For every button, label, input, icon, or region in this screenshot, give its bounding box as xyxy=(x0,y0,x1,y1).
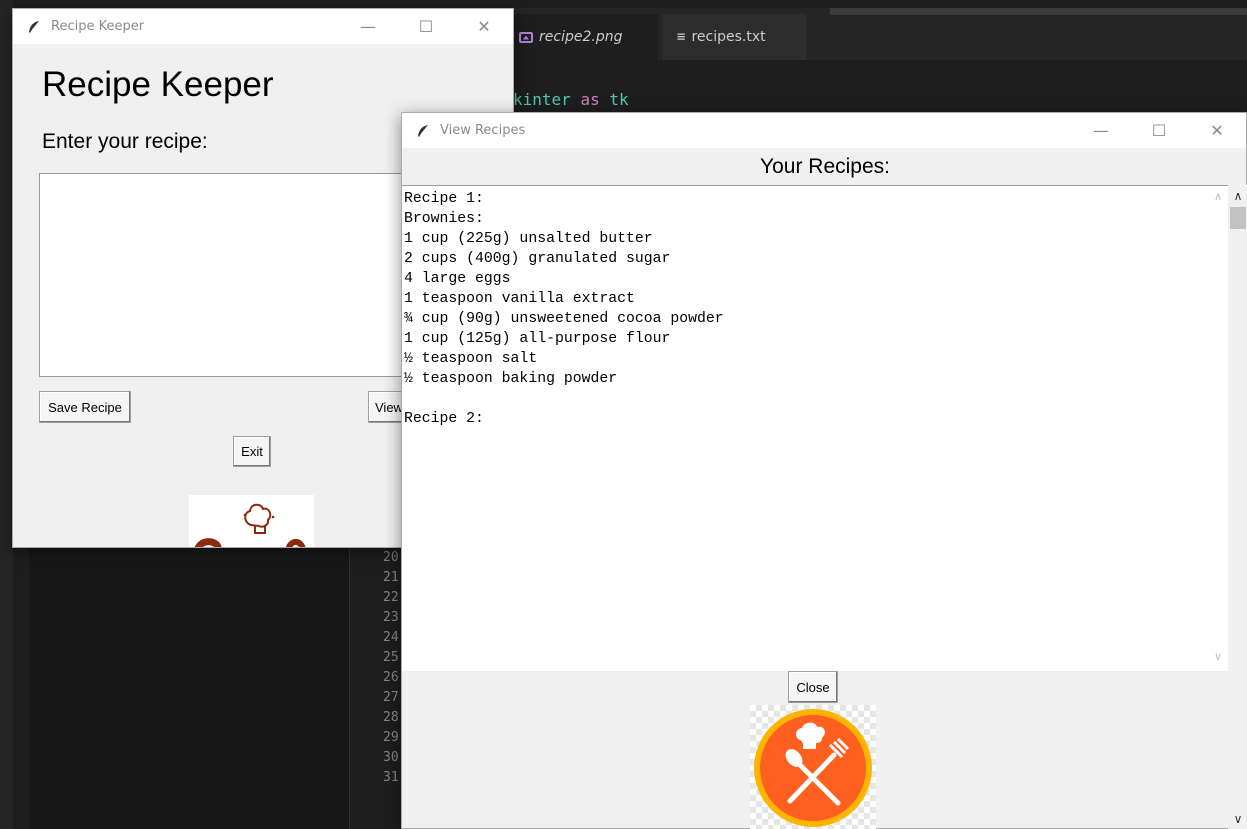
code-module: kinter xyxy=(513,90,571,109)
window-title: Recipe Keeper xyxy=(51,19,145,34)
line-number: 30 xyxy=(383,750,399,765)
save-recipe-button[interactable]: Save Recipe xyxy=(39,391,131,423)
brand-logo-image xyxy=(189,495,314,547)
tab-label: recipe2.png xyxy=(539,29,623,45)
scroll-up-icon[interactable]: ∧ xyxy=(1208,190,1228,203)
editor-title-area xyxy=(830,8,1247,15)
close-icon[interactable]: ✕ xyxy=(1188,113,1246,148)
minimize-icon[interactable]: — xyxy=(1072,113,1130,148)
editor-breadcrumb xyxy=(513,60,1247,92)
scroll-up-icon[interactable]: ∧ xyxy=(1228,189,1247,203)
maximize-icon[interactable]: ☐ xyxy=(1130,113,1188,148)
line-number: 24 xyxy=(383,630,399,645)
window-scrollbar[interactable]: ∧ ∨ xyxy=(1228,185,1247,829)
scroll-down-icon[interactable]: ∨ xyxy=(1228,812,1247,826)
text-scrollbar[interactable]: ∧ ∨ xyxy=(1208,186,1228,670)
scroll-down-icon[interactable]: ∨ xyxy=(1208,650,1228,663)
line-number: 31 xyxy=(383,770,399,785)
editor-side-panel xyxy=(30,547,350,829)
line-number: 20 xyxy=(383,550,399,565)
title-bar[interactable]: View Recipes — ☐ ✕ xyxy=(402,113,1246,148)
tab-recipe2-png[interactable]: recipe2.png xyxy=(505,14,658,60)
chef-logo-image xyxy=(750,705,876,829)
title-bar[interactable]: Recipe Keeper — ☐ ✕ xyxy=(13,9,513,44)
recipes-text-area[interactable]: Recipe 1: Brownies: 1 cup (225g) unsalte… xyxy=(402,185,1228,671)
spoon-fork-chef-icon xyxy=(754,709,872,827)
line-number: 28 xyxy=(383,710,399,725)
code-alias: tk xyxy=(609,90,629,109)
recipe-prompt-label: Enter your recipe: xyxy=(42,130,208,153)
image-file-icon xyxy=(519,31,533,43)
line-number: 23 xyxy=(383,610,399,625)
code-line[interactable]: kinter as tk xyxy=(513,90,629,109)
tab-recipes-txt[interactable]: ≡ recipes.txt xyxy=(663,14,806,60)
page-title: Recipe Keeper xyxy=(42,65,274,104)
text-file-icon: ≡ xyxy=(677,29,686,45)
window-title: View Recipes xyxy=(440,123,526,138)
close-icon[interactable]: ✕ xyxy=(455,9,513,44)
tk-feather-icon xyxy=(29,20,39,33)
minimize-icon[interactable]: — xyxy=(339,9,397,44)
recipes-heading: Your Recipes: xyxy=(760,155,890,178)
chef-hat-logo-icon xyxy=(194,503,306,547)
scrollbar-thumb[interactable] xyxy=(1230,207,1246,229)
view-recipes-window: View Recipes — ☐ ✕ Your Recipes: Recipe … xyxy=(401,112,1247,829)
line-number: 29 xyxy=(383,730,399,745)
line-number: 27 xyxy=(383,690,399,705)
close-button[interactable]: Close xyxy=(788,671,838,703)
line-number: 25 xyxy=(383,650,399,665)
tk-feather-icon xyxy=(418,124,428,137)
exit-button[interactable]: Exit xyxy=(233,436,271,467)
code-keyword: as xyxy=(580,90,600,109)
line-number: 26 xyxy=(383,670,399,685)
line-number: 21 xyxy=(383,570,399,585)
line-number: 22 xyxy=(383,590,399,605)
maximize-icon[interactable]: ☐ xyxy=(397,9,455,44)
tab-label: recipes.txt xyxy=(691,29,766,45)
